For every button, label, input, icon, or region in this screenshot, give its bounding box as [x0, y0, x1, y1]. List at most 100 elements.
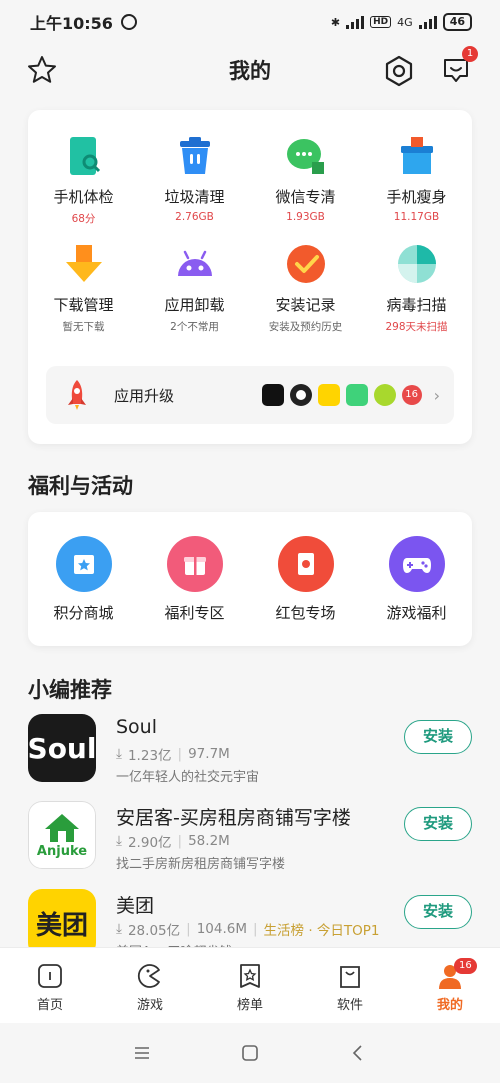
battery-icon: 46 — [442, 13, 472, 31]
wechat-clean-icon — [284, 134, 328, 178]
app-logo: Soul — [28, 714, 96, 782]
tool-label: 病毒扫描 — [386, 296, 447, 314]
app-downloads: 28.05亿 — [127, 923, 181, 939]
network-type: 4G — [397, 15, 413, 29]
app-meta: ⤓ 28.05亿 | 104.6M | 生活榜 · 今日TOP1 — [116, 919, 380, 939]
phone-scan-icon — [62, 134, 106, 178]
software-bag-icon — [336, 962, 364, 990]
tool-item[interactable]: 微信专清 1.93GB — [250, 110, 361, 223]
app-desc: 一亿年轻人的社交元宇宙 — [116, 770, 260, 785]
trash-icon — [173, 134, 217, 178]
gift-icon — [166, 536, 223, 592]
app-list-item[interactable]: Soul Soul ⤓ 1.23亿 | 97.7M 一亿年轻人的社交元宇宙 安装 — [28, 714, 472, 794]
signal-icon — [346, 15, 365, 29]
welfare-label: 游戏福利 — [386, 604, 447, 622]
points-mall-icon — [55, 536, 112, 592]
game-icon — [136, 962, 164, 990]
tab-label: 我的 — [436, 998, 463, 1013]
gamepad-icon — [388, 536, 445, 592]
tool-item[interactable]: 下载管理 暂无下载 — [28, 218, 139, 333]
android-icon — [173, 242, 217, 286]
welfare-label: 福利专区 — [164, 604, 225, 622]
welfare-item[interactable]: 红包专场 — [250, 512, 361, 623]
tab-badge: 16 — [454, 958, 477, 974]
status-bar: 上午10:56 ✱ HD 4G 46 — [0, 0, 500, 44]
install-button[interactable]: 安装 — [404, 807, 472, 841]
upgrade-app-icons: 16 › — [261, 384, 440, 406]
tool-sub: 暂无下载 — [62, 321, 105, 333]
bottom-tab-bar: 首页 游戏 榜单 软件 我的 16 — [0, 947, 500, 1023]
app-logo-text: Soul — [28, 731, 96, 765]
virus-scan-icon — [395, 242, 439, 286]
install-button[interactable]: 安装 — [404, 720, 472, 754]
settings-icon[interactable] — [382, 54, 416, 88]
bluetooth-icon: ✱ — [330, 15, 341, 29]
app-size: 58.2M — [188, 833, 230, 849]
menu-icon[interactable] — [129, 1040, 155, 1066]
tool-item[interactable]: 手机体检 68分 — [28, 110, 139, 225]
welfare-section-title: 福利与活动 — [28, 474, 133, 498]
status-icons: ✱ HD 4G 46 — [331, 13, 472, 31]
tool-item[interactable]: 垃圾清理 2.76GB — [139, 110, 250, 223]
tool-item[interactable]: 安装记录 安装及预约历史 — [250, 218, 361, 333]
welfare-label: 积分商城 — [53, 604, 114, 622]
tool-item[interactable]: 应用卸载 2个不常用 — [139, 218, 250, 333]
app-upgrade-label: 应用升级 — [114, 386, 175, 405]
tiktok-icon — [261, 384, 284, 406]
tools-card: 手机体检 68分 垃圾清理 2.76GB 微信专清 1.93GB 手机瘦身 11… — [28, 110, 472, 444]
app-downloads: 2.90亿 — [127, 835, 172, 851]
message-badge: 1 — [462, 46, 478, 62]
app-rank: 生活榜 · 今日TOP1 — [263, 923, 380, 939]
tab-profile[interactable]: 我的 16 — [400, 948, 500, 1023]
home-square-icon[interactable] — [237, 1040, 263, 1066]
tab-home[interactable]: 首页 — [0, 948, 100, 1023]
video-icon — [345, 384, 368, 406]
browser-icon — [373, 384, 396, 406]
welfare-item[interactable]: 游戏福利 — [361, 512, 472, 623]
welfare-item[interactable]: 福利专区 — [139, 512, 250, 623]
tool-label: 应用卸载 — [164, 296, 225, 314]
tab-label: 游戏 — [136, 998, 163, 1013]
tab-ranking[interactable]: 榜单 — [200, 948, 300, 1023]
download-icon: ⤓ — [116, 833, 122, 849]
meta-divider: | — [177, 746, 183, 762]
tool-label: 下载管理 — [53, 296, 114, 314]
app-downloads: 1.23亿 — [127, 748, 172, 764]
tab-label: 榜单 — [236, 998, 263, 1013]
page-header: 我的 — [0, 44, 500, 96]
ranking-icon — [236, 962, 264, 990]
app-logo: Anjuke — [28, 801, 96, 869]
tool-label: 手机体检 — [53, 188, 114, 206]
tab-label: 首页 — [36, 998, 63, 1013]
tool-sub: 2个不常用 — [170, 321, 219, 333]
app-logo-text: 美团 — [35, 910, 88, 941]
tool-item[interactable]: 病毒扫描 298天未扫描 — [361, 218, 472, 333]
tool-label: 垃圾清理 — [164, 188, 225, 206]
download-icon: ⤓ — [116, 921, 122, 937]
hd-icon: HD — [370, 16, 392, 28]
signal-icon-2 — [418, 15, 437, 29]
chevron-right-icon: › — [433, 385, 440, 405]
app-upgrade-row[interactable]: 应用升级 16 › — [46, 366, 454, 424]
tool-item[interactable]: 手机瘦身 11.17GB — [361, 110, 472, 223]
back-icon[interactable] — [345, 1040, 371, 1066]
install-button[interactable]: 安装 — [404, 895, 472, 929]
tab-game[interactable]: 游戏 — [100, 948, 200, 1023]
tool-sub: 298天未扫描 — [385, 321, 448, 333]
app-meta: ⤓ 2.90亿 | 58.2M — [116, 831, 230, 851]
download-icon: ⤓ — [116, 746, 122, 762]
tool-sub: 安装及预约历史 — [268, 321, 343, 333]
app-name: Soul — [116, 716, 158, 738]
status-time: 上午10:56 — [30, 14, 113, 33]
tool-label: 手机瘦身 — [386, 188, 447, 206]
download-arrow-icon — [62, 242, 106, 286]
welfare-item[interactable]: 积分商城 — [28, 512, 139, 623]
tab-label: 软件 — [336, 998, 363, 1013]
app-list-item[interactable]: Anjuke 安居客-买房租房商铺写字楼 ⤓ 2.90亿 | 58.2M 找二手… — [28, 801, 472, 881]
app-desc: 找二手房新房租房商铺写字楼 — [116, 857, 286, 872]
tab-software-bag[interactable]: 软件 — [300, 948, 400, 1023]
app-name: 安居客-买房租房商铺写字楼 — [116, 807, 351, 829]
welfare-label: 红包专场 — [275, 604, 336, 622]
check-circle-icon — [284, 242, 328, 286]
star-icon[interactable] — [26, 54, 58, 86]
